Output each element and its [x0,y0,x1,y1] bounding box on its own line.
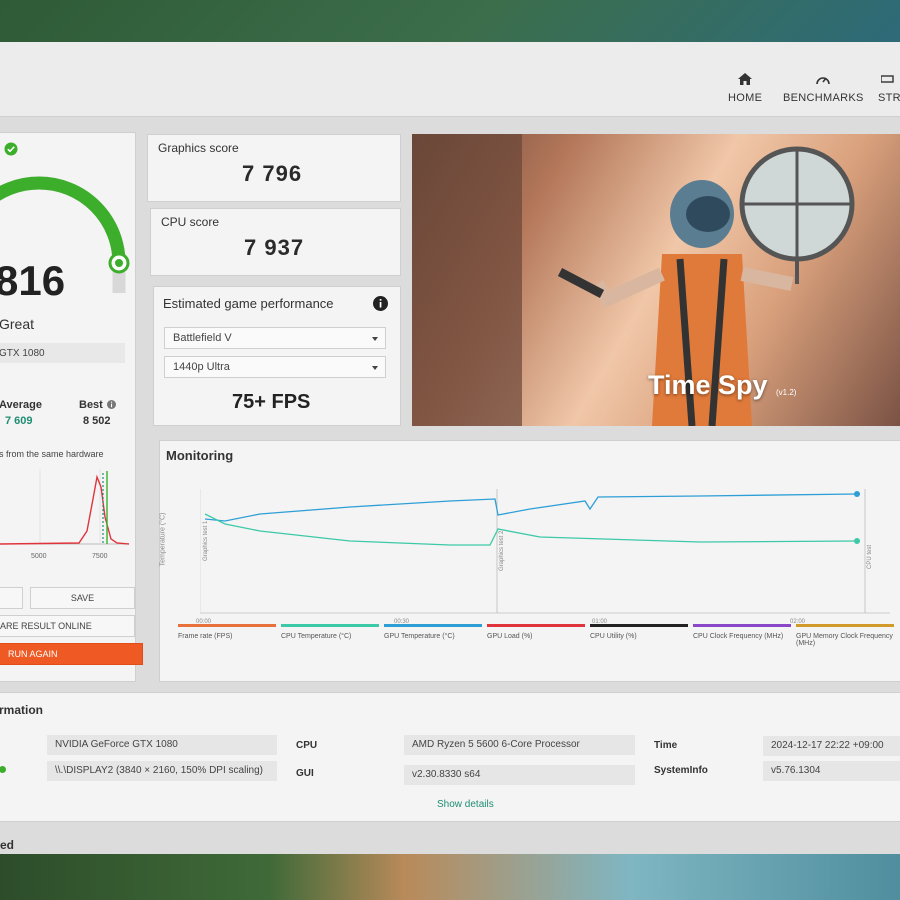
nav-benchmarks-label: BENCHMARKS [783,92,864,104]
legend-gpu-memory-clock[interactable]: GPU Memory Clock Frequency (MHz) [796,624,894,647]
cpu-score-label: CPU score [161,215,220,229]
monitoring-chart [200,489,890,614]
save-button[interactable]: SAVE [30,587,135,609]
histogram-tick-7500: 7500 [92,553,108,560]
average-value: 7 609 [5,415,33,427]
chevron-down-icon [372,337,378,341]
legend-cpu-clock[interactable]: CPU Clock Frequency (MHz) [693,624,791,640]
home-icon [738,73,753,85]
check-icon [4,142,18,156]
cpu-score-panel: CPU score 7 937 [150,208,401,276]
gpu-value: NVIDIA GeForce GTX 1080 [47,735,277,755]
score-rating: Great [0,316,35,332]
best-value: 8 502 [83,415,111,427]
run-again-button[interactable]: RUN AGAIN [0,643,143,665]
legend-gpu-temperature[interactable]: GPU Temperature (°C) [384,624,482,640]
display-status-dot [0,766,6,773]
nav-stress[interactable]: STR [878,72,900,104]
graphics-score-panel: Graphics score 7 796 [147,134,401,202]
gui-label: GUI [296,768,314,779]
section-fragment: ed [0,838,15,852]
estimated-performance-title: Estimated game performance [163,296,334,311]
histogram-caption: s from the same hardware [0,449,104,459]
systeminfo-label: SystemInfo [654,765,708,776]
cpu-label: CPU [296,740,318,751]
top-bar: HOME BENCHMARKS STR [0,42,900,117]
display-value: \\.\DISPLAY2 (3840 × 2160, 150% DPI scal… [47,761,277,781]
show-details-link[interactable]: Show details [437,799,494,810]
benchmark-hero-image: Time Spy (v1.2) [412,134,900,426]
monitoring-panel: Monitoring Temperature (°C) Graphics tes… [159,440,900,682]
nav-home-label: HOME [728,92,763,104]
cpu-score-value: 7 937 [244,235,305,260]
time-value: 2024-12-17 22:22 +09:00 [763,736,900,756]
marker-cpu-test: CPU test [867,544,873,569]
time-label: Time [654,740,678,751]
info-icon[interactable] [107,400,116,409]
legend-cpu-utility[interactable]: CPU Utility (%) [590,624,688,640]
system-info-panel: rmation NVIDIA GeForce GTX 1080 \\.\DISP… [0,692,900,822]
load-button[interactable] [0,587,23,609]
benchmark-version: (v1.2) [776,388,797,397]
score-histogram [0,469,130,545]
marker-graphics-test-2: Graphics test 2 [499,530,505,571]
stress-icon [881,75,895,83]
app-window: HOME BENCHMARKS STR 816 Great GTX 1080 A… [0,42,900,854]
graphics-score-label: Graphics score [158,141,239,155]
preset-select-value: 1440p Ultra [173,361,230,373]
monitoring-title: Monitoring [166,448,234,463]
game-select-value: Battlefield V [173,332,232,344]
cpu-value: AMD Ryzen 5 5600 6-Core Processor [404,735,635,755]
desktop-wallpaper-bottom [0,850,900,900]
nav-stress-label: STR [878,92,900,104]
systeminfo-value: v5.76.1304 [763,761,900,781]
histogram-tick-5000: 5000 [31,553,47,560]
info-icon[interactable] [373,296,388,311]
fps-estimate: 75+ FPS [232,391,311,413]
nav-home[interactable]: HOME [728,72,762,104]
marker-graphics-test-1: Graphics test 1 [203,520,209,561]
estimated-performance-panel: Estimated game performance Battlefield V… [153,286,401,426]
monitoring-y-axis-label: Temperature (°C) [159,512,167,567]
best-label: Best [79,399,103,411]
preset-select[interactable]: 1440p Ultra [164,356,386,378]
score-card: 816 Great GTX 1080 Average 7 609 Best 8 … [0,132,143,682]
share-result-button[interactable]: ARE RESULT ONLINE [0,615,135,637]
overall-score: 816 [0,257,66,304]
legend-frame-rate[interactable]: Frame rate (FPS) [178,624,276,640]
chevron-down-icon [372,366,378,370]
average-label: Average [0,399,43,411]
gpu-name: GTX 1080 [0,343,125,363]
legend-cpu-temperature[interactable]: CPU Temperature (°C) [281,624,379,640]
gauge-icon [816,77,831,85]
graphics-score-value: 7 796 [242,161,303,186]
gui-value: v2.30.8330 s64 [404,765,635,785]
game-select[interactable]: Battlefield V [164,327,386,349]
benchmark-title: Time Spy [648,370,768,400]
nav-benchmarks[interactable]: BENCHMARKS [783,72,864,104]
system-info-title: rmation [0,703,44,717]
legend-gpu-load[interactable]: GPU Load (%) [487,624,585,640]
